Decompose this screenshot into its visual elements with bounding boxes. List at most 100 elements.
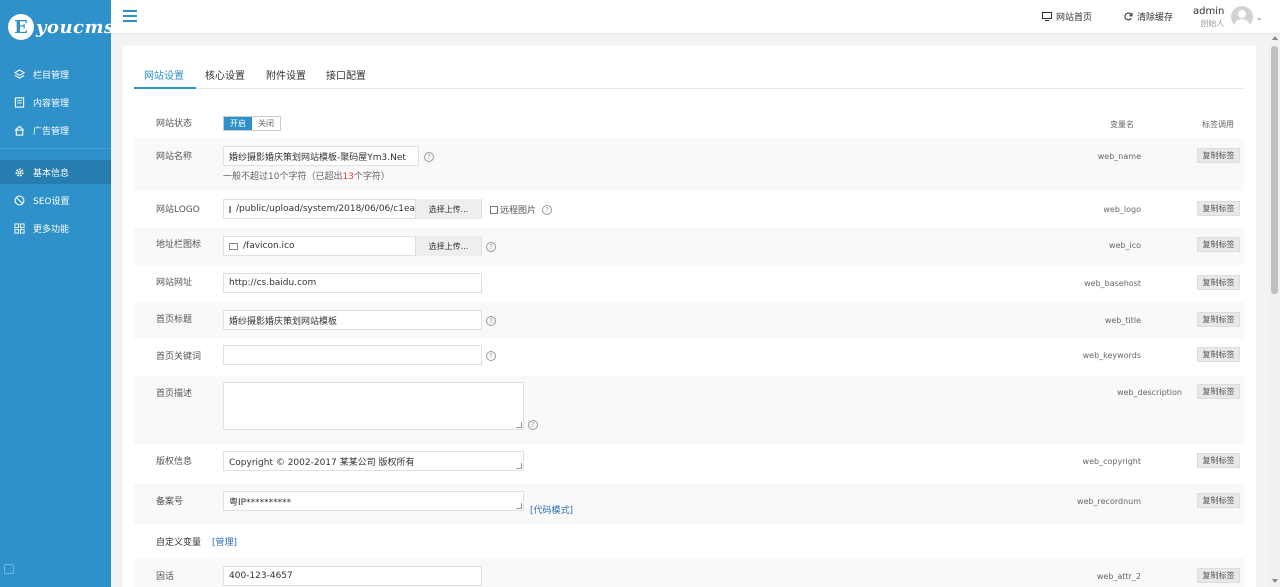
var-web-description: web_description bbox=[1116, 388, 1182, 397]
keywords-input[interactable] bbox=[223, 345, 482, 365]
resize-handle[interactable] bbox=[516, 503, 522, 509]
copy-tag-button[interactable]: 复制标签 bbox=[1197, 568, 1240, 583]
copy-tag-button[interactable]: 复制标签 bbox=[1197, 493, 1240, 508]
home-link-label: 网站首页 bbox=[1056, 13, 1093, 23]
help-icon[interactable]: ? bbox=[486, 316, 496, 326]
tab-core-settings[interactable]: 核心设置 bbox=[205, 67, 245, 82]
form-row-site-name: 网站名称 婚纱摄影婚庆策划网站模板-聚码屋Ym3.Net ? 一般不超过10个字… bbox=[134, 138, 1244, 191]
code-mode-link[interactable]: [代码模式] bbox=[530, 503, 573, 516]
sidebar-item-ads[interactable]: 广告管理 bbox=[0, 118, 111, 142]
site-name-label: 网站名称 bbox=[156, 152, 193, 162]
scrollbar[interactable] bbox=[1269, 34, 1280, 587]
basehost-input[interactable]: http://cs.baidu.com bbox=[223, 273, 482, 293]
remote-image-checkbox[interactable]: 远程图片 bbox=[490, 203, 536, 216]
var-web-attr-2: web_attr_2 bbox=[1096, 572, 1141, 581]
copy-tag-button[interactable]: 复制标签 bbox=[1197, 148, 1240, 163]
user-menu[interactable]: admin 创始人 bbox=[1193, 6, 1224, 29]
site-name-input[interactable]: 婚纱摄影婚庆策划网站模板-聚码屋Ym3.Net bbox=[223, 146, 419, 166]
description-label: 首页描述 bbox=[156, 389, 193, 399]
clear-cache-link[interactable]: 清除缓存 bbox=[1124, 10, 1173, 23]
help-icon[interactable]: ? bbox=[424, 152, 434, 162]
basehost-label: 网站网址 bbox=[156, 278, 193, 288]
copy-tag-button[interactable]: 复制标签 bbox=[1197, 312, 1240, 327]
logo-label: 网站LOGO bbox=[156, 205, 200, 215]
sidebar-item-label: 更多功能 bbox=[33, 224, 70, 235]
copy-tag-button[interactable]: 复制标签 bbox=[1197, 237, 1240, 252]
copyright-textarea[interactable]: Copyright © 2002-2017 某某公司 版权所有 bbox=[223, 451, 524, 471]
status-label: 网站状态 bbox=[156, 119, 193, 129]
custom-vars-label: 自定义变量 bbox=[156, 538, 202, 548]
help-icon[interactable]: ? bbox=[528, 420, 538, 430]
manage-link[interactable]: [管理] bbox=[212, 535, 237, 548]
copy-tag-button[interactable]: 复制标签 bbox=[1197, 275, 1240, 290]
form-row-copyright: 版权信息 Copyright © 2002-2017 某某公司 版权所有 web… bbox=[134, 444, 1244, 484]
sidebar-item-more[interactable]: 更多功能 bbox=[0, 216, 111, 240]
user-role: 创始人 bbox=[1200, 19, 1225, 28]
var-web-logo: web_logo bbox=[1103, 205, 1141, 214]
refresh-icon bbox=[1124, 12, 1133, 21]
sidebar-item-label: SEO设置 bbox=[33, 196, 70, 207]
remote-image-label: 远程图片 bbox=[500, 206, 537, 216]
copy-tag-button[interactable]: 复制标签 bbox=[1197, 384, 1240, 399]
sidebar-item-label: 广告管理 bbox=[33, 126, 70, 137]
scroll-up-icon[interactable] bbox=[1272, 36, 1278, 40]
favicon-label: 地址栏图标 bbox=[156, 240, 202, 250]
clear-cache-label: 清除缓存 bbox=[1137, 13, 1174, 23]
gear-icon bbox=[13, 166, 25, 178]
document-icon bbox=[13, 96, 25, 108]
menu-toggle-icon[interactable] bbox=[123, 10, 137, 22]
layers-icon bbox=[13, 68, 25, 80]
topbar: 网站首页 清除缓存 admin 创始人 ⌄ bbox=[111, 0, 1280, 34]
collapse-icon[interactable] bbox=[4, 564, 14, 574]
tab-attachment-settings[interactable]: 附件设置 bbox=[266, 67, 306, 82]
copyright-label: 版权信息 bbox=[156, 457, 193, 467]
phone-input[interactable]: 400-123-4657 bbox=[223, 566, 482, 586]
sidebar-item-seo[interactable]: SEO设置 bbox=[0, 188, 111, 212]
status-on-button[interactable]: 开启 bbox=[224, 117, 252, 130]
record-label: 备案号 bbox=[156, 497, 184, 507]
phone-label: 固话 bbox=[156, 572, 175, 582]
scroll-thumb[interactable] bbox=[1271, 46, 1278, 294]
sidebar-item-content[interactable]: 内容管理 bbox=[0, 90, 111, 114]
var-web-basehost: web_basehost bbox=[1084, 279, 1141, 288]
help-icon[interactable]: ? bbox=[486, 351, 496, 361]
title-label: 首页标题 bbox=[156, 315, 193, 325]
scroll-down-icon[interactable] bbox=[1272, 579, 1278, 583]
description-textarea[interactable] bbox=[223, 382, 524, 430]
copy-tag-button[interactable]: 复制标签 bbox=[1197, 347, 1240, 362]
status-off-button[interactable]: 关闭 bbox=[252, 117, 280, 130]
title-input[interactable]: 婚纱摄影婚庆策划网站模板 bbox=[223, 310, 482, 330]
logo-upload-button[interactable]: 选择上传... bbox=[415, 199, 481, 219]
sidebar-divider bbox=[0, 148, 111, 149]
sidebar-item-basic-info[interactable]: 基本信息 bbox=[0, 160, 111, 184]
keywords-label: 首页关键词 bbox=[156, 352, 202, 362]
image-icon bbox=[229, 242, 238, 250]
compass-icon bbox=[13, 194, 25, 206]
home-link[interactable]: 网站首页 bbox=[1042, 10, 1092, 23]
form-row-basehost: 网站网址 http://cs.baidu.com web_basehost 复制… bbox=[134, 265, 1244, 302]
record-textarea[interactable]: 粤IP********** bbox=[223, 491, 524, 511]
grid-icon bbox=[13, 222, 25, 234]
avatar[interactable] bbox=[1231, 6, 1253, 28]
logo-text: youcms bbox=[36, 16, 115, 38]
copy-tag-button[interactable]: 复制标签 bbox=[1197, 453, 1240, 468]
logo[interactable]: E youcms bbox=[8, 12, 115, 42]
monitor-icon bbox=[1042, 12, 1052, 21]
favicon-upload-button[interactable]: 选择上传... bbox=[415, 236, 481, 256]
var-name-header: 变量名 bbox=[1110, 120, 1134, 129]
site-name-hint: 一般不超过10个字符（已超出13个字符） bbox=[223, 172, 390, 182]
form-row-status: 网站状态 开启 关闭 变量名 标签调用 bbox=[134, 106, 1244, 138]
checkbox-icon[interactable] bbox=[490, 205, 498, 214]
chevron-down-icon[interactable]: ⌄ bbox=[1256, 13, 1263, 22]
resize-handle[interactable] bbox=[516, 422, 522, 428]
copy-tag-button[interactable]: 复制标签 bbox=[1197, 201, 1240, 216]
form-row-logo: 网站LOGO /public/upload/system/2018/06/06/… bbox=[134, 191, 1244, 228]
tab-bar: 网站设置 核心设置 附件设置 接口配置 bbox=[134, 59, 1244, 89]
tab-api-config[interactable]: 接口配置 bbox=[326, 67, 366, 82]
help-icon[interactable]: ? bbox=[542, 205, 552, 215]
help-icon[interactable]: ? bbox=[486, 242, 496, 252]
status-toggle[interactable]: 开启 关闭 bbox=[223, 116, 281, 131]
tab-site-settings[interactable]: 网站设置 bbox=[144, 67, 184, 82]
sidebar-item-columns[interactable]: 栏目管理 bbox=[0, 62, 111, 86]
resize-handle[interactable] bbox=[516, 463, 522, 469]
